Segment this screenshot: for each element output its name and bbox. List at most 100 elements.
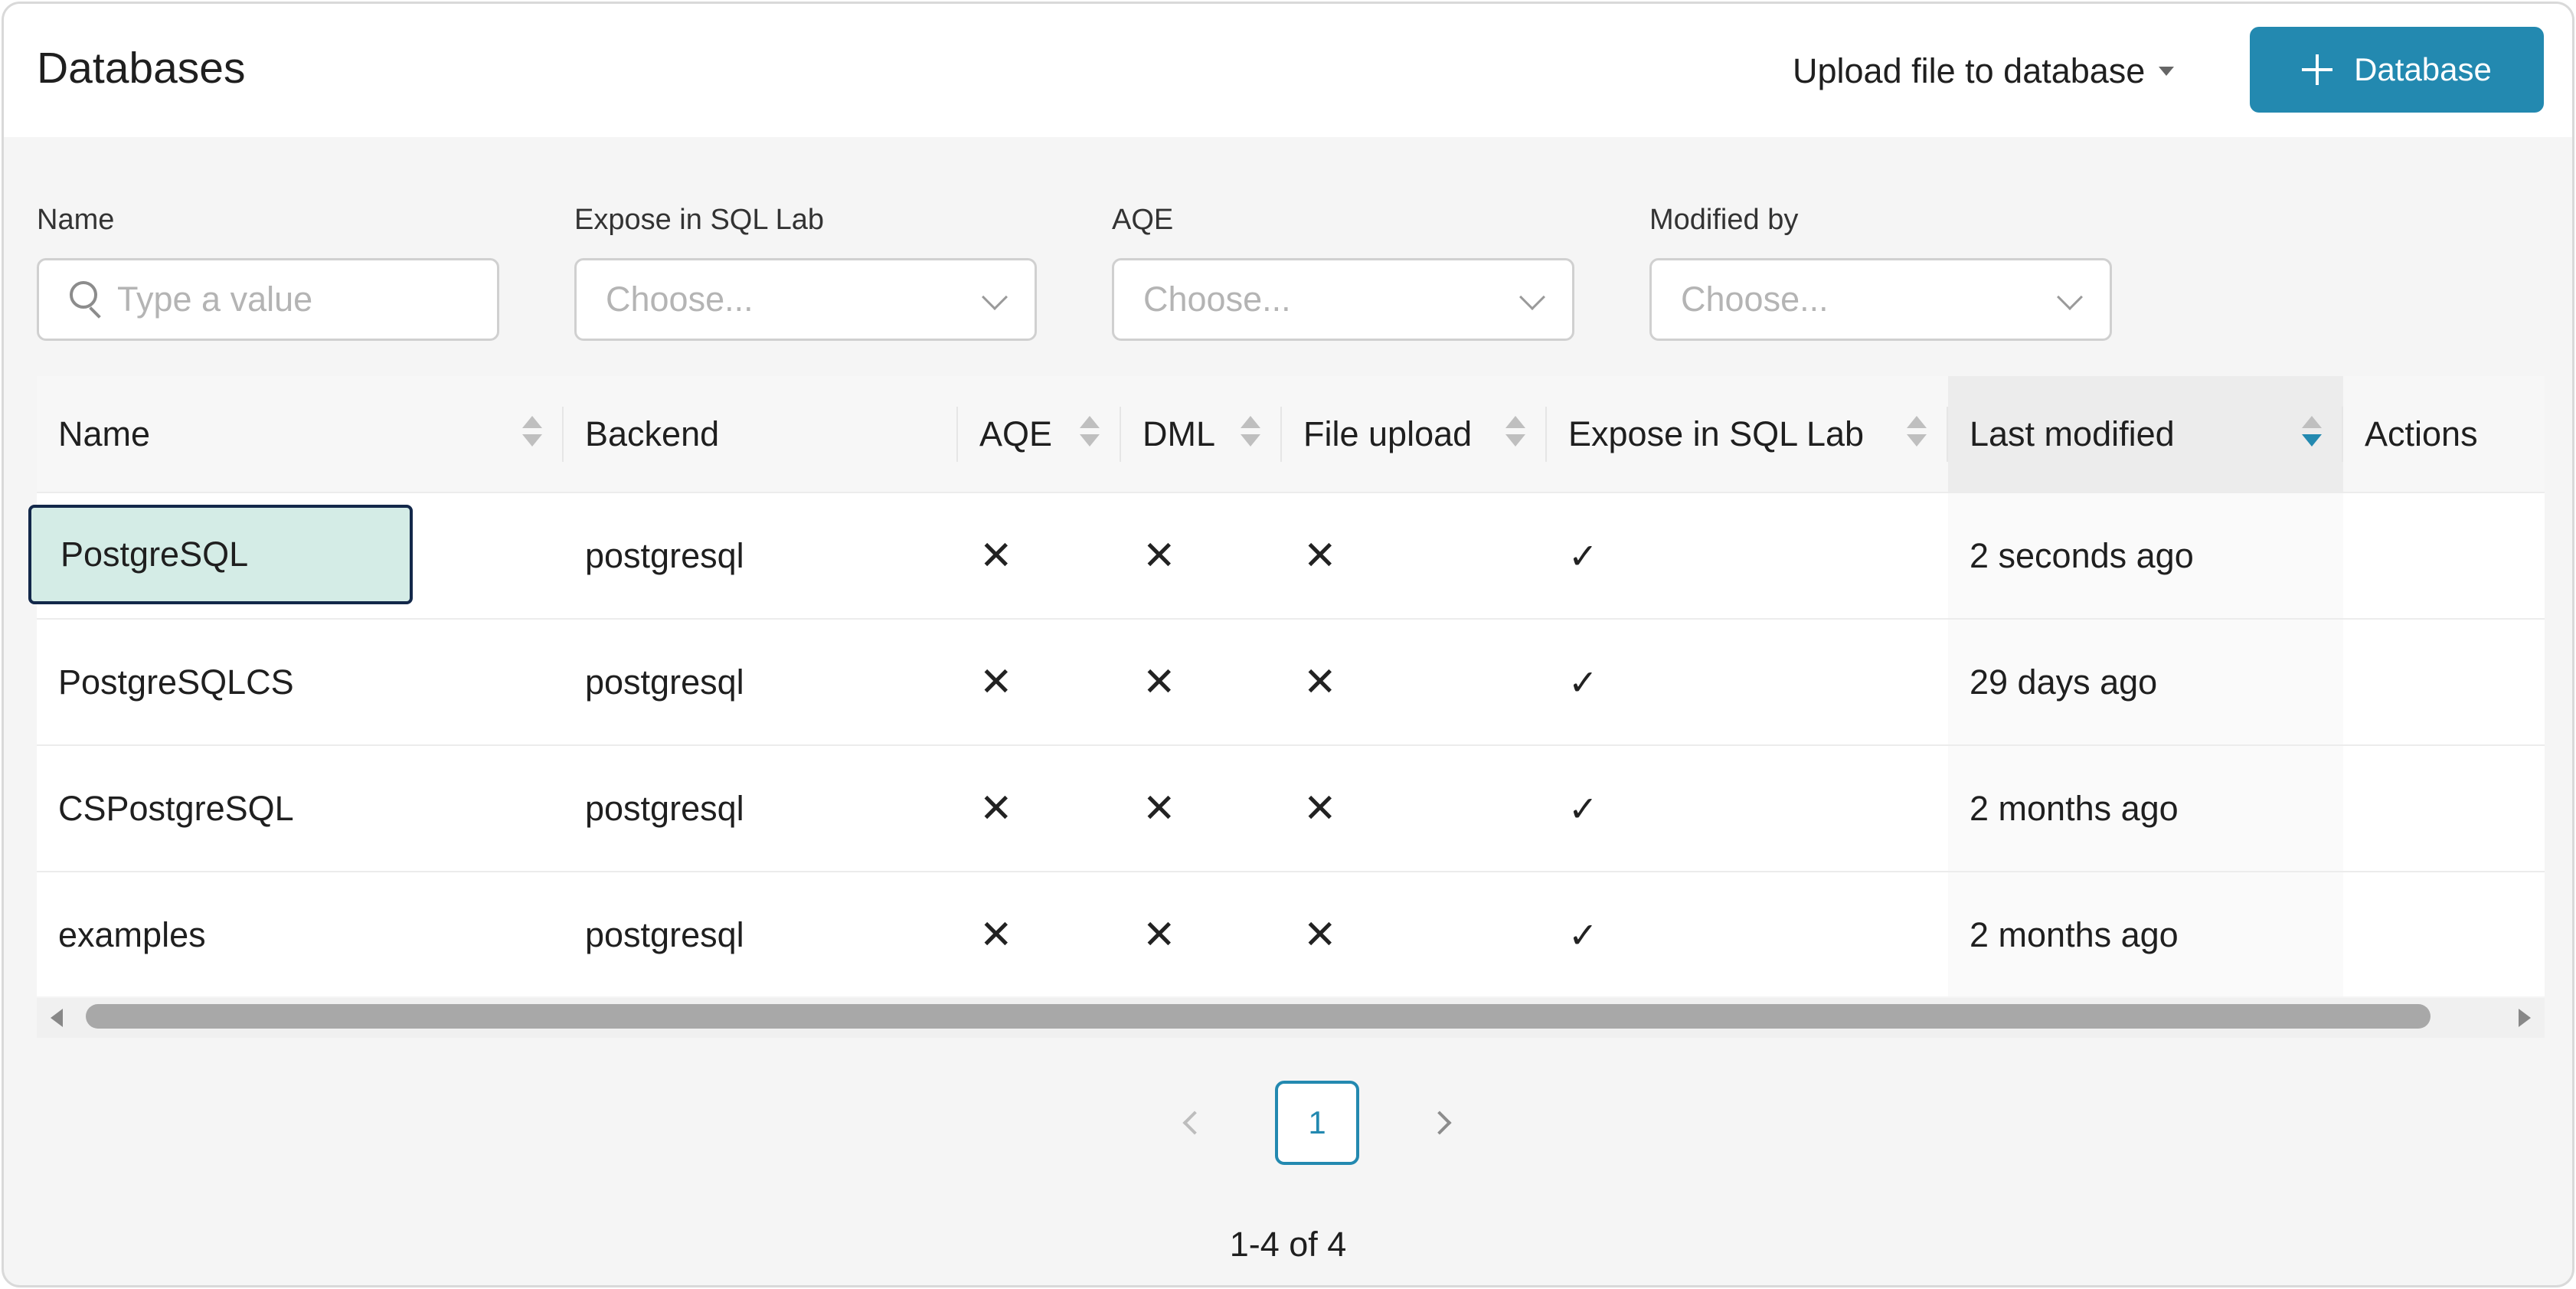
check-icon: ✓ [1568,535,1598,576]
scroll-left-icon[interactable] [51,1009,63,1027]
sort-descending-icon [2302,416,2322,454]
cell-last-modified: 2 seconds ago [1948,492,2343,619]
column-header-aqe[interactable]: AQE [958,376,1121,493]
table-row[interactable]: CSPostgreSQL postgresql ✕ ✕ ✕ ✓ 2 months… [37,745,2545,872]
column-header-file-upload[interactable]: File upload [1282,376,1547,493]
cell-actions [2343,492,2545,619]
select-placeholder: Choose... [1681,280,1829,319]
aqe-select[interactable]: Choose... [1112,258,1574,341]
x-icon: ✕ [1143,912,1176,957]
table-header-row: Name Backend AQE DML File upload Expose … [37,376,2545,493]
x-icon: ✕ [1303,533,1337,578]
cell-last-modified: 2 months ago [1948,872,2343,996]
cell-actions [2343,619,2545,745]
cell-dml: ✕ [1121,872,1282,996]
column-header-dml[interactable]: DML [1121,376,1282,493]
next-page-button[interactable] [1398,1081,1482,1165]
sort-icon [522,416,542,454]
x-icon: ✕ [1143,659,1176,705]
filter-label: Modified by [1649,204,1799,236]
cell-backend: postgresql [585,535,744,575]
sort-icon [1907,416,1927,454]
name-search-input[interactable]: Type a value [37,258,499,341]
sort-icon [1505,416,1525,454]
plus-icon [2302,54,2333,85]
previous-page-button[interactable] [1152,1081,1237,1165]
cell-backend: postgresql [585,788,744,828]
cell-name[interactable]: PostgreSQLCS [37,619,564,745]
horizontal-scrollbar[interactable] [37,998,2545,1038]
cell-expose: ✓ [1547,745,1948,872]
cell-dml: ✕ [1121,619,1282,745]
search-icon [68,280,103,319]
filter-label: Expose in SQL Lab [574,204,825,236]
sort-icon [1241,416,1260,454]
cell-dml: ✕ [1121,492,1282,619]
check-icon: ✓ [1568,662,1598,702]
filter-modified-by: Modified by Choose... [1649,200,2112,341]
cell-name[interactable]: examples [37,872,564,996]
page-button-1[interactable]: 1 [1275,1081,1359,1165]
column-header-expose-in-sql-lab[interactable]: Expose in SQL Lab [1547,376,1948,493]
upload-file-menu[interactable]: Upload file to database [1793,47,2175,96]
cell-backend: postgresql [585,914,744,954]
scroll-right-icon[interactable] [2519,1009,2531,1027]
expose-in-sql-lab-select[interactable]: Choose... [574,258,1037,341]
x-icon: ✕ [979,912,1013,957]
table-row[interactable]: examples postgresql ✕ ✕ ✕ ✓ 2 months ago [37,872,2545,996]
page-title: Databases [37,44,246,93]
chevron-down-icon [2057,284,2083,310]
cell-file-upload: ✕ [1282,872,1547,996]
filter-name: Name Type a value [37,200,499,341]
cell-aqe: ✕ [958,619,1121,745]
cell-last-modified: 2 months ago [1948,745,2343,872]
filter-label: AQE [1112,204,1174,236]
caret-down-icon [2159,67,2175,76]
check-icon: ✓ [1568,788,1598,829]
chevron-down-icon [982,284,1008,310]
cell-aqe: ✕ [958,492,1121,619]
sort-icon [1080,416,1100,454]
x-icon: ✕ [1303,912,1337,957]
column-header-last-modified[interactable]: Last modified [1948,376,2343,493]
x-icon: ✕ [979,533,1013,578]
table-row[interactable]: postgresql ✕ ✕ ✕ ✓ 2 seconds ago [37,492,2545,619]
cell-actions [2343,872,2545,996]
x-icon: ✕ [1303,659,1337,705]
add-database-button[interactable]: Database [2250,27,2544,113]
cell-name[interactable]: CSPostgreSQL [37,745,564,872]
table-row[interactable]: PostgreSQLCS postgresql ✕ ✕ ✕ ✓ 29 days … [37,619,2545,745]
chevron-right-icon [1427,1111,1452,1135]
cell-file-upload: ✕ [1282,492,1547,619]
filter-aqe: AQE Choose... [1112,200,1574,341]
cell-last-modified: 29 days ago [1948,619,2343,745]
filter-expose-in-sql-lab: Expose in SQL Lab Choose... [574,200,1037,341]
filter-label: Name [37,204,115,236]
pagination: 1 [1152,1081,1482,1165]
databases-page: Databases Upload file to database Databa… [2,2,2574,1287]
check-icon: ✓ [1568,914,1598,955]
cell-file-upload: ✕ [1282,745,1547,872]
scrollbar-thumb[interactable] [86,1004,2431,1029]
upload-file-label: Upload file to database [1793,51,2146,90]
pagination-range: 1-4 of 4 [1229,1225,1347,1264]
column-header-name[interactable]: Name [37,376,564,493]
databases-table: Name Backend AQE DML File upload Expose … [37,376,2545,996]
cell-dml: ✕ [1121,745,1282,872]
column-header-actions: Actions [2343,376,2545,493]
select-placeholder: Choose... [606,280,754,319]
page-header: Databases Upload file to database Databa… [4,4,2572,137]
x-icon: ✕ [1143,533,1176,578]
cell-actions [2343,745,2545,872]
x-icon: ✕ [979,659,1013,705]
modified-by-select[interactable]: Choose... [1649,258,2112,341]
cell-file-upload: ✕ [1282,619,1547,745]
x-icon: ✕ [1303,786,1337,831]
cell-aqe: ✕ [958,745,1121,872]
x-icon: ✕ [979,786,1013,831]
select-placeholder: Choose... [1143,280,1291,319]
cell-expose: ✓ [1547,492,1948,619]
column-header-backend: Backend [564,376,958,493]
chevron-down-icon [1519,284,1545,310]
focused-cell-postgresql[interactable]: PostgreSQL [28,505,413,604]
